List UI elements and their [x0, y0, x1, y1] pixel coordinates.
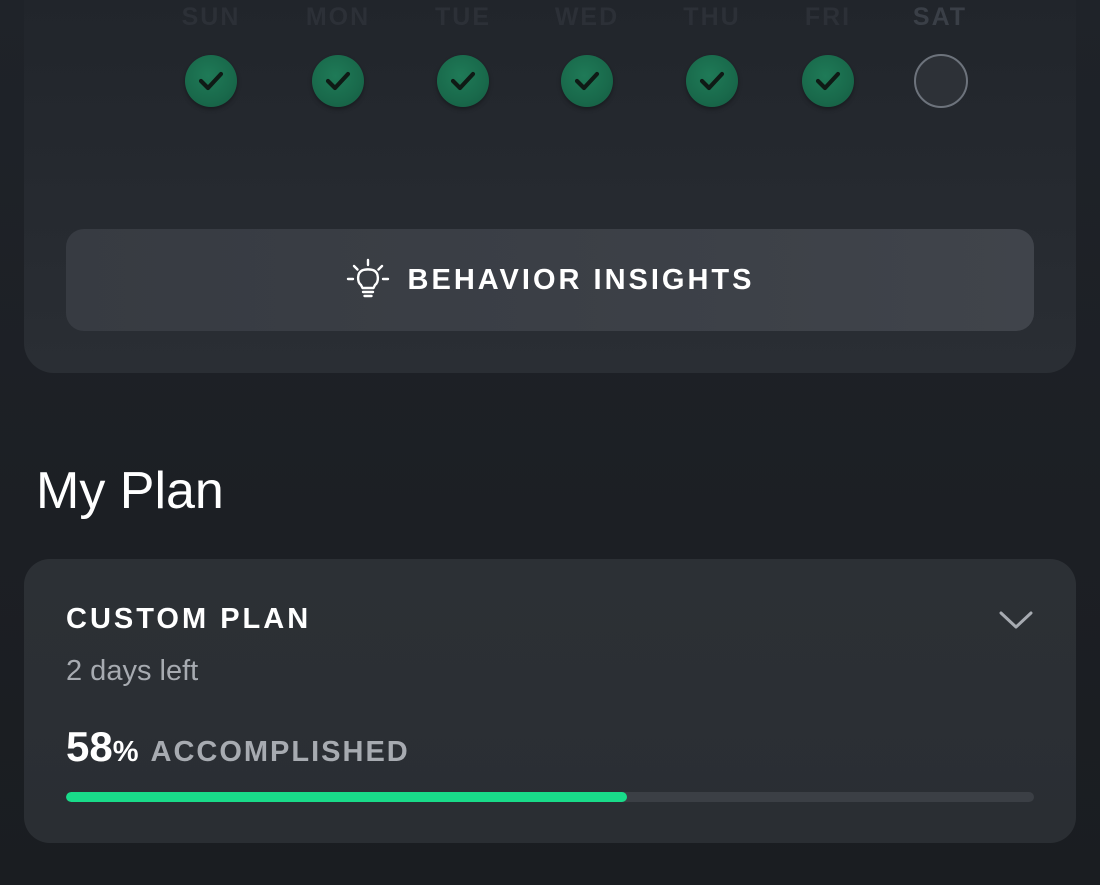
empty-circle-icon [914, 54, 968, 108]
day-monday: MON [278, 0, 398, 107]
day-label-wed: WED [554, 3, 620, 31]
day-label-sun: SUN [181, 3, 241, 31]
day-friday: FRI [768, 0, 888, 107]
week-streak-card: SUN MON TUE WED THU FRI SAT BEHAVIOR INS… [24, 0, 1076, 373]
check-icon [802, 55, 854, 107]
progress-bar-fill [66, 792, 628, 802]
day-sunday: SUN [151, 0, 271, 107]
chevron-down-icon[interactable] [998, 607, 1034, 635]
section-title-my-plan: My Plan [36, 462, 224, 520]
check-icon [686, 55, 738, 107]
day-label-sat: SAT [912, 3, 968, 31]
day-label-fri: FRI [804, 3, 852, 31]
behavior-insights-label: BEHAVIOR INSIGHTS [407, 263, 755, 296]
day-thursday: THU [652, 0, 772, 107]
day-wednesday: WED [527, 0, 647, 107]
custom-plan-card[interactable]: CUSTOM PLAN 2 days left 58% ACCOMPLISHED [24, 559, 1076, 843]
day-label-tue: TUE [435, 3, 491, 31]
check-icon [561, 55, 613, 107]
lightbulb-icon [346, 258, 390, 302]
days-left-text: 2 days left [66, 655, 199, 687]
progress-percent-sign: % [112, 736, 139, 768]
day-label-mon: MON [305, 3, 371, 31]
behavior-insights-button[interactable]: BEHAVIOR INSIGHTS [66, 229, 1034, 331]
progress-bar [66, 792, 1034, 802]
check-icon [312, 55, 364, 107]
accomplished-label: ACCOMPLISHED [150, 736, 410, 768]
day-tuesday: TUE [403, 0, 523, 107]
day-saturday: SAT [880, 0, 1000, 108]
check-icon [437, 55, 489, 107]
check-icon [185, 55, 237, 107]
day-label-thu: THU [683, 3, 741, 31]
progress-percent-value: 58 [66, 723, 113, 770]
plan-name: CUSTOM PLAN [66, 603, 312, 635]
progress-summary: 58% ACCOMPLISHED [66, 723, 410, 771]
